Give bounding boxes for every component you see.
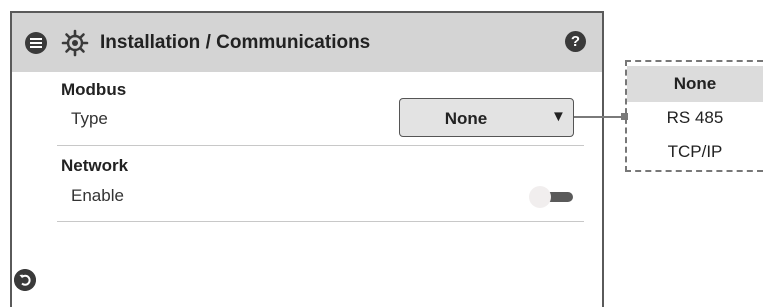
chevron-down-icon: ▼ (551, 108, 566, 125)
gear-icon (61, 29, 89, 57)
divider (57, 221, 584, 222)
dropdown-value: None (444, 109, 488, 128)
network-enable-toggle[interactable] (527, 186, 575, 208)
page-title: Installation / Communications (100, 32, 371, 53)
menu-icon[interactable] (25, 32, 47, 54)
divider (57, 145, 584, 146)
header-bar: Installation / Communications ? (12, 13, 602, 72)
back-icon[interactable] (14, 269, 36, 291)
dropdown-connector-line (574, 116, 623, 118)
option-rs485[interactable]: RS 485 (627, 108, 763, 128)
enable-label: Enable (71, 186, 124, 205)
communications-panel: Installation / Communications ? Modbus T… (10, 11, 604, 307)
dropdown-options-list: None RS 485 TCP/IP (625, 60, 763, 172)
type-label: Type (71, 109, 108, 128)
modbus-type-dropdown[interactable]: None ▼ (399, 98, 574, 137)
toggle-knob (529, 186, 551, 208)
option-none[interactable]: None (627, 66, 763, 102)
modbus-section-title: Modbus (61, 80, 127, 99)
option-tcpip[interactable]: TCP/IP (627, 142, 763, 162)
network-section-title: Network (61, 156, 129, 175)
help-icon[interactable]: ? (565, 31, 586, 52)
